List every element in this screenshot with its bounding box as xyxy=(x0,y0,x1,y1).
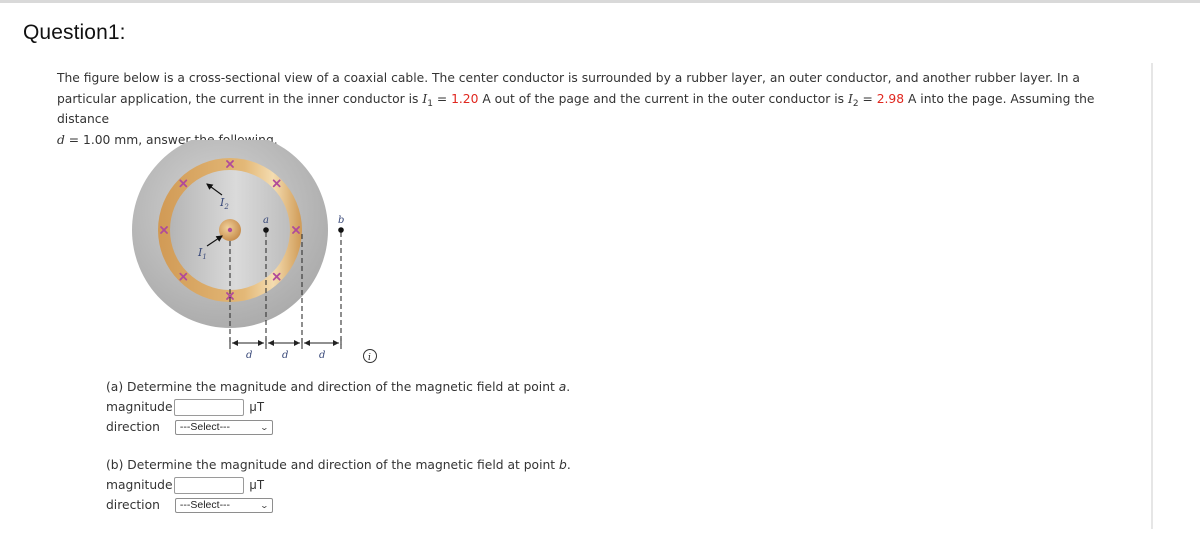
part-a-magnitude-input[interactable] xyxy=(173,398,244,416)
part-a-direction-select[interactable]: ---Select--- ⌄ xyxy=(174,419,273,435)
chevron-down-icon: ⌄ xyxy=(259,422,270,432)
unit-label: μT xyxy=(249,400,265,414)
magnitude-label: magnitude xyxy=(106,478,173,492)
label-b: b xyxy=(338,215,344,226)
label-d-2: d xyxy=(282,350,288,361)
right-divider xyxy=(1151,63,1153,529)
part-b: (b) Determine the magnitude and directio… xyxy=(106,455,571,515)
svg-text:i: i xyxy=(368,353,371,363)
info-icon[interactable]: i xyxy=(363,349,377,364)
part-a-magnitude-row: magnitude μT xyxy=(106,397,570,417)
question-title: Question1: xyxy=(23,21,126,44)
part-b-direction-select[interactable]: ---Select--- ⌄ xyxy=(174,497,273,513)
part-b-magnitude-input[interactable] xyxy=(173,476,244,494)
top-divider xyxy=(0,0,1200,3)
label-a: a xyxy=(263,215,269,226)
i1-value: 1.20 xyxy=(451,91,479,106)
label-d-3: d xyxy=(319,350,325,361)
part-a: (a) Determine the magnitude and directio… xyxy=(106,377,570,437)
part-b-prompt: (b) Determine the magnitude and directio… xyxy=(106,458,571,472)
direction-label: direction xyxy=(106,498,160,512)
part-a-prompt: (a) Determine the magnitude and directio… xyxy=(106,380,571,394)
point-b xyxy=(338,227,344,233)
coaxial-cable-figure: a b I2 I1 d d d i xyxy=(120,132,400,370)
direction-label: direction xyxy=(106,420,160,434)
magnitude-label: magnitude xyxy=(106,400,173,414)
label-d-1: d xyxy=(246,350,252,361)
chevron-down-icon: ⌄ xyxy=(259,500,270,510)
part-b-direction-row: direction ---Select--- ⌄ xyxy=(106,495,571,515)
out-of-page-dot-icon xyxy=(227,227,233,233)
unit-label: μT xyxy=(249,478,265,492)
part-b-magnitude-row: magnitude μT xyxy=(106,475,571,495)
part-a-direction-row: direction ---Select--- ⌄ xyxy=(106,417,570,437)
problem-statement: The figure below is a cross-sectional vi… xyxy=(57,71,1095,147)
point-a xyxy=(263,227,269,233)
d-symbol: d xyxy=(57,132,65,147)
i2-value: 2.98 xyxy=(876,91,905,106)
